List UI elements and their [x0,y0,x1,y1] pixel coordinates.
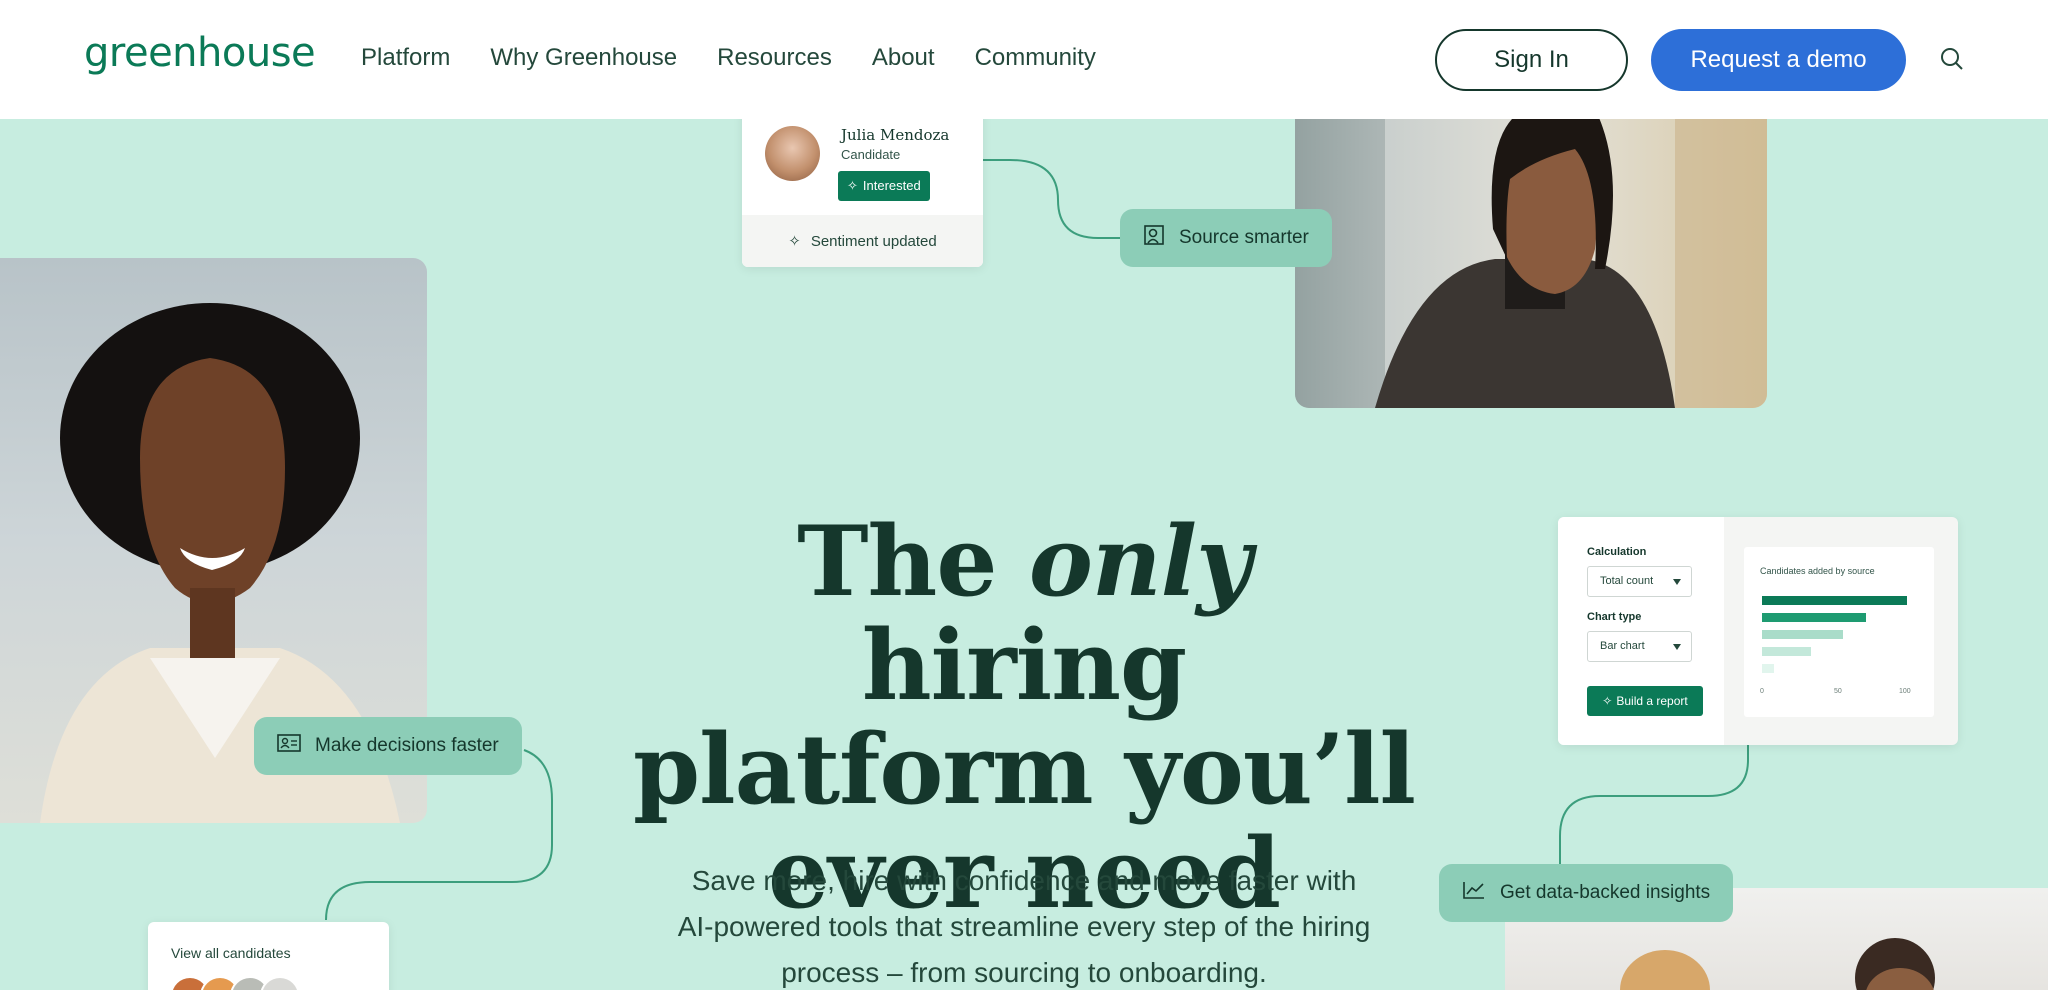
hero-subtitle: Save more, hire with confidence and move… [677,865,1371,988]
sparkle-icon: ✧ [847,178,858,193]
interested-badge: ✧ Interested [838,171,930,201]
tick-label: 100 [1899,688,1911,695]
sparkle-icon: ✧ [1602,694,1613,708]
request-demo-button[interactable]: Request a demo [1651,29,1906,91]
nav-community[interactable]: Community [975,44,1096,72]
chart-type-select[interactable]: Bar chart [1587,631,1692,662]
site-header: greenhouse Platform Why Greenhouse Resou… [0,0,2048,119]
candidate-role: Candidate [841,147,901,162]
candidate-card[interactable]: Julia Mendoza Candidate ✧ Interested ✧ S… [742,108,983,267]
candidate-name: Julia Mendoza [841,126,950,144]
calculation-select[interactable]: Total count [1587,566,1692,597]
source-smarter-pill: Source smarter [1120,209,1332,267]
chart-bar [1762,596,1907,605]
report-chart-preview: Candidates added by source 0 50 100 [1744,547,1934,717]
chart-type-label: Chart type [1587,611,1642,623]
nav-about[interactable]: About [872,44,935,72]
search-icon[interactable] [1937,44,1967,74]
caret-down-icon [1673,644,1681,650]
sentiment-status: ✧ Sentiment updated [742,215,983,267]
view-candidates-card[interactable]: View all candidates [148,922,389,990]
build-report-button[interactable]: ✧ Build a report [1587,686,1703,716]
calculation-label: Calculation [1587,546,1647,558]
data-insights-pill: Get data-backed insights [1439,864,1734,922]
sparkle-icon: ✧ [788,233,801,250]
avatar [260,976,300,990]
caret-down-icon [1673,579,1681,585]
chart-bar [1762,613,1866,622]
tick-label: 0 [1760,688,1764,695]
greenhouse-logo[interactable]: greenhouse [84,30,316,76]
sign-in-button[interactable]: Sign In [1435,29,1628,91]
chart-bar [1762,664,1774,673]
nav-resources[interactable]: Resources [717,44,832,72]
candidate-avatars [170,976,300,990]
avatar [765,126,820,181]
decisions-faster-pill: Make decisions faster [254,717,522,775]
line-chart-icon [1462,880,1486,906]
view-all-candidates-link[interactable]: View all candidates [171,945,291,961]
tick-label: 50 [1834,688,1842,695]
chart-bar [1762,630,1843,639]
report-builder-card: Calculation Total count Chart type Bar c… [1558,517,1958,745]
chart-title: Candidates added by source [1760,566,1875,576]
compare-icon [277,733,301,759]
nav-platform[interactable]: Platform [361,44,450,72]
person-search-icon [1143,224,1165,252]
chart-bar [1762,647,1811,656]
nav-why-greenhouse[interactable]: Why Greenhouse [490,44,677,72]
photo-man-portrait [1295,119,1767,408]
main-nav: Platform Why Greenhouse Resources About … [361,44,1096,72]
